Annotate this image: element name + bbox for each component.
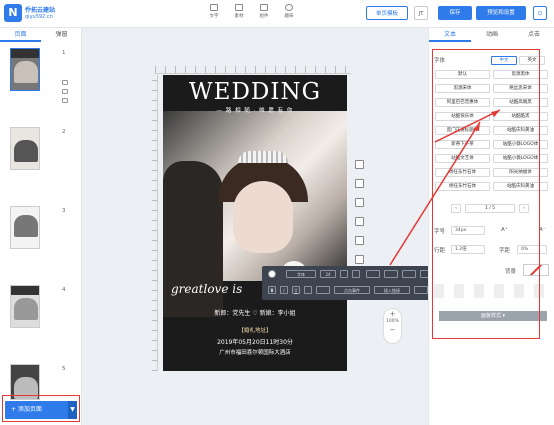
tab-popups[interactable]: 弹窗 [41,28,82,42]
left-ruler [152,75,158,371]
poster-subtitle[interactable]: — 路 相 随 · 唯 愿 有 你 [163,106,347,114]
style-icon[interactable] [316,286,330,294]
tab-pages[interactable]: 页面 [0,28,41,42]
component-tool-button[interactable]: 组件 [253,4,275,19]
tab-animation[interactable]: 动画 [471,28,513,42]
page-thumbnail[interactable] [10,206,40,249]
preview-settings-button[interactable]: 预览和设置 [476,6,526,20]
save-button[interactable]: 保存 [438,6,472,20]
material-tool-button[interactable]: 素材 [228,4,250,19]
top-ruler [155,66,351,74]
page-number: 5 [62,366,66,372]
poster-canvas[interactable]: WEDDING — 路 相 随 · 唯 愿 有 你 greatlove is 新… [163,75,347,371]
bold-icon[interactable]: B [268,286,276,294]
image-icon [235,4,243,11]
text-size-up-icon[interactable] [340,270,348,278]
poster-names[interactable]: 新郎：党先生 ♡ 新娘：李小姐 [171,308,339,317]
power-icon[interactable]: ⏻ [533,6,547,20]
wedding-photo [163,111,347,317]
font-select[interactable]: 字体 [286,270,316,278]
fun-tool-button[interactable]: 趣味 [278,4,300,19]
single-page-mode-button[interactable]: 单页模板 [366,6,408,20]
italic-icon[interactable]: I [280,286,288,294]
page-number: 1 [62,50,66,56]
pages-panel: 页面 弹窗 1 2 3 4 5 [0,28,82,425]
grid-icon[interactable] [355,255,364,264]
chevron-down-icon[interactable]: ▼ [68,401,77,419]
zoom-in-button[interactable]: + [384,309,401,319]
material-tool-label: 素材 [234,14,244,19]
poster-script-text[interactable]: greatlove is [171,282,242,296]
tab-text[interactable]: 文本 [429,28,471,42]
page-button[interactable]: JT [414,6,428,20]
page-thumbnail[interactable] [10,285,40,328]
zoom-out-button[interactable]: − [384,324,401,336]
text-size-down-icon[interactable] [352,270,360,278]
fun-tool-label: 趣味 [284,14,294,19]
add-page-label: + 添加页面 [11,406,42,413]
redo-icon[interactable] [355,179,364,188]
logo-icon: N [4,4,22,22]
undo-icon[interactable] [355,160,364,169]
add-icon[interactable] [62,80,68,85]
add-page-button[interactable]: + 添加页面 ▼ [5,401,77,419]
poster-venue[interactable]: 广州市福田喜尔顿国际大酒店 [163,348,347,356]
size-select[interactable]: 24 [320,270,336,278]
text-icon [210,4,218,11]
component-icon [260,4,268,11]
text-tool-button[interactable]: 文字 [203,4,225,19]
delete-icon[interactable] [62,98,68,103]
layer-icon[interactable] [355,217,364,226]
strike-icon[interactable] [304,286,312,294]
layer-order-icon[interactable] [414,286,428,294]
copy-icon[interactable] [355,236,364,245]
highlight-box-font-panel [432,49,540,339]
play-icon[interactable] [355,198,364,207]
page-thumbnail[interactable] [10,48,40,91]
indent-icon[interactable] [402,270,416,278]
brand-name: 乔拓云建站 [25,7,56,14]
page-number: 3 [62,208,66,214]
component-tool-label: 组件 [259,14,269,19]
page-number: 4 [62,287,66,293]
list-icon[interactable] [384,270,398,278]
top-bar: N 乔拓云建站 qiyu592.cn 文字 素材 组件 趣味 单页模板 JT 保… [0,0,554,28]
zoom-control: + 100% − [383,308,402,344]
text-tool-label: 文字 [209,14,219,19]
page-number: 2 [62,129,66,135]
click-event-select[interactable]: 点击事件 [334,286,370,294]
copy-icon[interactable] [62,89,68,94]
page-thumbnail[interactable] [10,127,40,170]
text-size-down-icon[interactable]: A⁻ [539,227,546,233]
poster-address-label[interactable]: 【婚礼地址】 [163,326,347,334]
poster-title[interactable]: WEDDING [163,79,347,105]
underline-icon[interactable]: U [292,286,300,294]
fun-icon [285,4,293,11]
tab-click[interactable]: 点击 [513,28,554,42]
insert-link-select[interactable]: 插入链接 [374,286,410,294]
align-icon[interactable] [366,270,380,278]
poster-date[interactable]: 2019年05月20日11时30分 [163,337,347,346]
brand-url: qiyu592.cn [25,14,53,20]
color-swatch[interactable] [268,270,276,278]
